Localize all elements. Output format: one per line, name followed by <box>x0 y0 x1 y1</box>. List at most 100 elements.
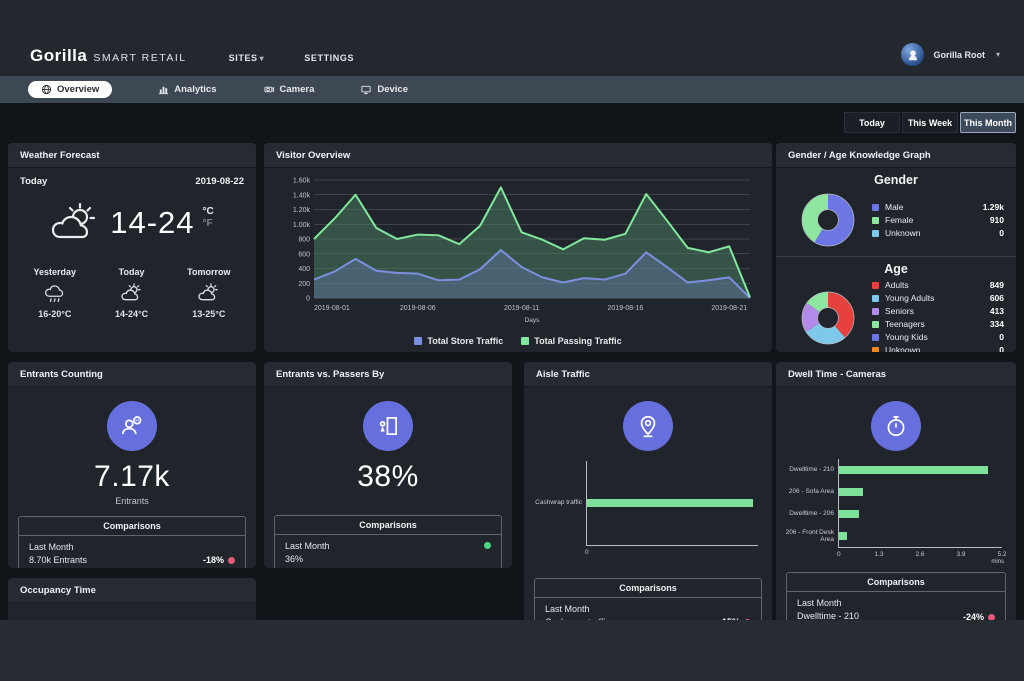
globe-icon <box>41 84 52 95</box>
weather-forecast-card: Weather Forecast Today 2019-08-22 14-24 … <box>8 143 256 352</box>
legend-item: Female910 <box>872 214 1004 226</box>
tab-camera[interactable]: Camera <box>263 84 315 95</box>
comparison-value: -15% <box>719 617 751 620</box>
user-menu[interactable]: Gorilla Root ▾ <box>901 43 1000 66</box>
location-pin-icon <box>635 413 661 439</box>
comparisons-box: Comparisons Last Month 8.70k Entrants -1… <box>18 516 246 568</box>
bar <box>839 488 863 496</box>
svg-text:2019-08-11: 2019-08-11 <box>504 305 539 312</box>
svg-text:2019-08-01: 2019-08-01 <box>314 305 350 312</box>
bar <box>839 532 847 540</box>
entrants-value: 7.17k <box>8 460 256 494</box>
comparisons-box: Comparisons Last Month 36% +6% <box>274 515 502 568</box>
legend-swatch <box>414 337 422 345</box>
comparison-period: Last Month <box>545 603 751 616</box>
age-section: Adults849Young Adults606Seniors413Teenag… <box>776 279 1016 352</box>
svg-text:1.40k: 1.40k <box>293 192 311 199</box>
top-bar: Gorilla SMART RETAIL SITES▾ SETTINGS Gor… <box>0 0 1024 76</box>
dwell-icon-badge <box>871 401 921 451</box>
tab-overview[interactable]: Overview <box>28 81 112 98</box>
bar-label: Cashwrap traffic <box>530 461 586 545</box>
svg-text:1.60k: 1.60k <box>293 178 311 185</box>
legend-item: Seniors413 <box>872 305 1004 317</box>
legend-swatch <box>872 308 879 315</box>
axis-unit: mins <box>991 559 1004 565</box>
comparison-previous: 36% <box>285 553 491 566</box>
bar <box>839 510 859 518</box>
gorilla-icon <box>906 48 920 62</box>
comparison-period: Last Month <box>29 541 235 554</box>
card-title: Aisle Traffic <box>524 362 772 387</box>
door-entry-icon <box>375 413 401 439</box>
card-title: Visitor Overview <box>264 143 772 168</box>
svg-text:400: 400 <box>298 266 310 273</box>
bar-track <box>838 459 1002 481</box>
bar-label: 206 - Front Desk Area <box>782 525 838 547</box>
weather-day-tomorrow: Tomorrow 13-25°C <box>187 267 230 319</box>
gender-section: Male1.29kFemale910Unknown0 <box>776 190 1016 252</box>
x-axis: 0 <box>586 545 758 564</box>
entrants-icon-badge: 99 <box>107 401 157 451</box>
bar-track <box>838 503 1002 525</box>
card-title: Gender / Age Knowledge Graph <box>776 143 1016 168</box>
occupancy-time-card: Occupancy Time <box>8 578 256 620</box>
bar-track <box>838 481 1002 503</box>
tab-analytics[interactable]: Analytics <box>158 84 216 95</box>
legend-swatch <box>872 295 879 302</box>
filter-this-week-button[interactable]: This Week <box>902 112 958 133</box>
bar <box>839 466 988 474</box>
svg-text:2019-08-21: 2019-08-21 <box>711 305 747 312</box>
axis-tick: 2.6 <box>915 551 924 558</box>
brand-logo[interactable]: Gorilla SMART RETAIL <box>30 46 187 66</box>
legend-item: Young Adults606 <box>872 292 1004 304</box>
comparison-period: Last Month <box>285 540 491 553</box>
svg-text:1.20k: 1.20k <box>293 207 311 214</box>
sun-cloud-icon <box>197 282 221 304</box>
card-title: Dwell Time - Cameras <box>776 362 1016 387</box>
dashboard-app: Gorilla SMART RETAIL SITES▾ SETTINGS Gor… <box>0 0 1024 620</box>
bar-label: 206 - Sofa Area <box>782 481 838 503</box>
dwell-bar-chart: Dwelltime - 210206 - Sofa AreaDwelltime … <box>782 459 1002 566</box>
age-donut-chart <box>798 288 858 348</box>
filter-today-button[interactable]: Today <box>844 112 900 133</box>
sun-cloud-icon <box>120 282 144 304</box>
svg-text:Days: Days <box>525 317 541 324</box>
gorilla-avatar <box>901 43 924 66</box>
bar-label: Dwelltime - 210 <box>782 459 838 481</box>
gender-section-title: Gender <box>776 173 1016 187</box>
tab-device[interactable]: Device <box>360 84 408 95</box>
main-tab-bar: Overview Analytics Camera Device <box>0 76 1024 103</box>
positive-trend-dot <box>484 542 491 549</box>
nav-settings[interactable]: SETTINGS <box>304 53 354 63</box>
aisle-bar-chart: Cashwrap traffic0 <box>530 461 758 564</box>
negative-trend-dot <box>744 619 751 621</box>
axis-tick: 3.9 <box>956 551 965 558</box>
comparisons-box: Comparisons Last Month Cashwrap traffic … <box>534 578 762 620</box>
gender-donut-chart <box>798 190 858 250</box>
bar-label: Dwelltime - 206 <box>782 503 838 525</box>
comparison-period: Last Month <box>797 597 995 610</box>
comparison-value <box>484 542 491 549</box>
weather-temp-range: 14-24 <box>110 205 194 241</box>
rain-cloud-icon <box>43 282 67 304</box>
axis-tick: 0 <box>837 551 841 558</box>
chevron-down-icon: ▾ <box>996 50 1000 59</box>
filter-this-month-button[interactable]: This Month <box>960 112 1016 133</box>
weather-day-today: Today 14-24°C <box>115 267 148 319</box>
negative-trend-dot <box>988 614 995 621</box>
legend-swatch <box>872 217 879 224</box>
legend-swatch <box>872 334 879 341</box>
camera-icon <box>263 84 275 95</box>
svg-text:2019-08-06: 2019-08-06 <box>400 305 436 312</box>
legend-item: Adults849 <box>872 279 1004 291</box>
weather-date: 2019-08-22 <box>195 176 244 187</box>
divider <box>776 256 1016 257</box>
gender-age-card: Gender / Age Knowledge Graph Gender Male… <box>776 143 1016 352</box>
weather-day-yesterday: Yesterday 16-20°C <box>34 267 77 319</box>
user-name: Gorilla Root <box>933 50 985 60</box>
comparison-value: -18% <box>203 555 235 565</box>
legend-swatch <box>872 204 879 211</box>
svg-text:2019-08-16: 2019-08-16 <box>608 305 644 312</box>
celsius-label: °C <box>203 206 214 218</box>
nav-sites[interactable]: SITES▾ <box>229 53 265 63</box>
